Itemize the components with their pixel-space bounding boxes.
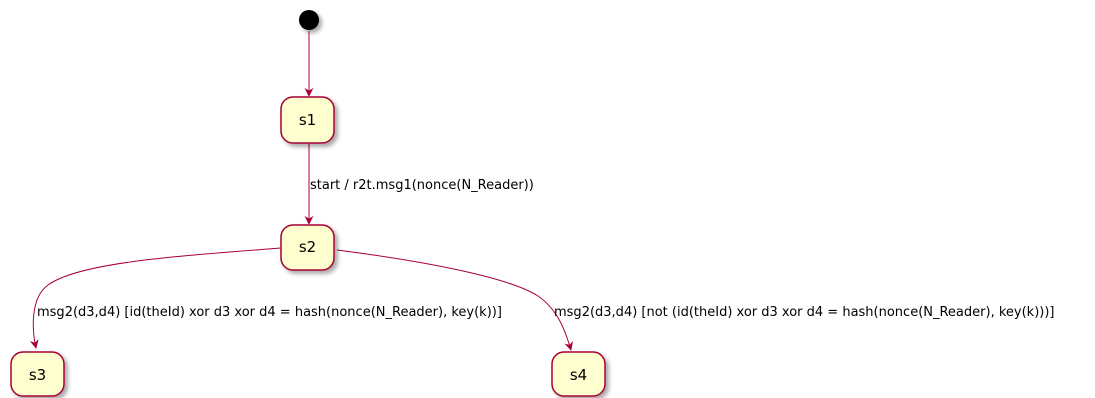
state-label-s1: s1 [299, 111, 316, 129]
state-s1[interactable]: s1 [280, 96, 335, 144]
transition-label-s2-s4: msg2(d3,d4) [not (id(theId) xor d3 xor d… [554, 305, 1054, 320]
state-label-s4: s4 [570, 366, 587, 384]
state-label-s3: s3 [29, 366, 46, 384]
transition-s2-s4 [336, 249, 573, 351]
state-s3[interactable]: s3 [10, 351, 65, 397]
state-label-s2: s2 [299, 238, 316, 256]
transition-s2-s3 [29, 247, 282, 349]
state-s2[interactable]: s2 [280, 224, 335, 271]
transition-label-s1-s2: start / r2t.msg1(nonce(N_Reader)) [310, 178, 534, 193]
transition-label-s2-s3: msg2(d3,d4) [id(theId) xor d3 xor d4 = h… [37, 305, 502, 320]
initial-state [299, 10, 319, 30]
state-s4[interactable]: s4 [551, 351, 606, 397]
state-diagram: start / r2t.msg1(nonce(N_Reader)) msg2(d… [10, 10, 1054, 397]
